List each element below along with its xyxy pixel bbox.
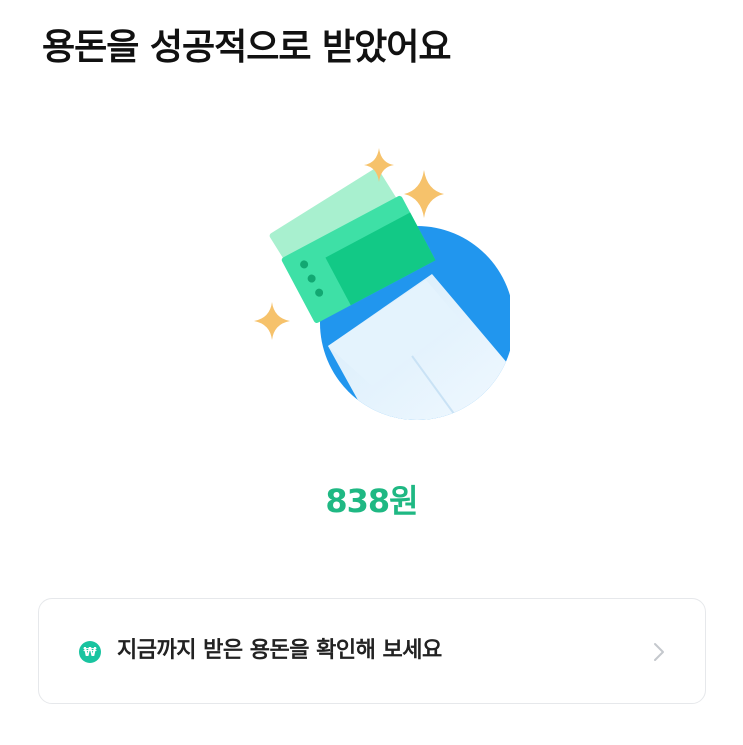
sparkle-large-right (404, 170, 444, 218)
won-circle-icon: ₩ (79, 641, 101, 663)
sparkle-left (254, 302, 290, 340)
reward-amount: 838원 (325, 482, 418, 520)
chevron-right-icon (647, 640, 671, 664)
check-allowance-button[interactable]: ₩ 지금까지 받은 용돈을 확인해 보세요 (38, 598, 706, 704)
page-title: 용돈을 성공적으로 받았어요 (42, 27, 452, 68)
allowance-received-screen: 용돈을 성공적으로 받았어요 838원 ₩ 지금까지 받은 용돈을 확인해 보세… (0, 0, 743, 745)
check-allowance-label: 지금까지 받은 용돈을 확인해 보세요 (117, 638, 442, 663)
money-envelope-illustration (240, 140, 514, 430)
